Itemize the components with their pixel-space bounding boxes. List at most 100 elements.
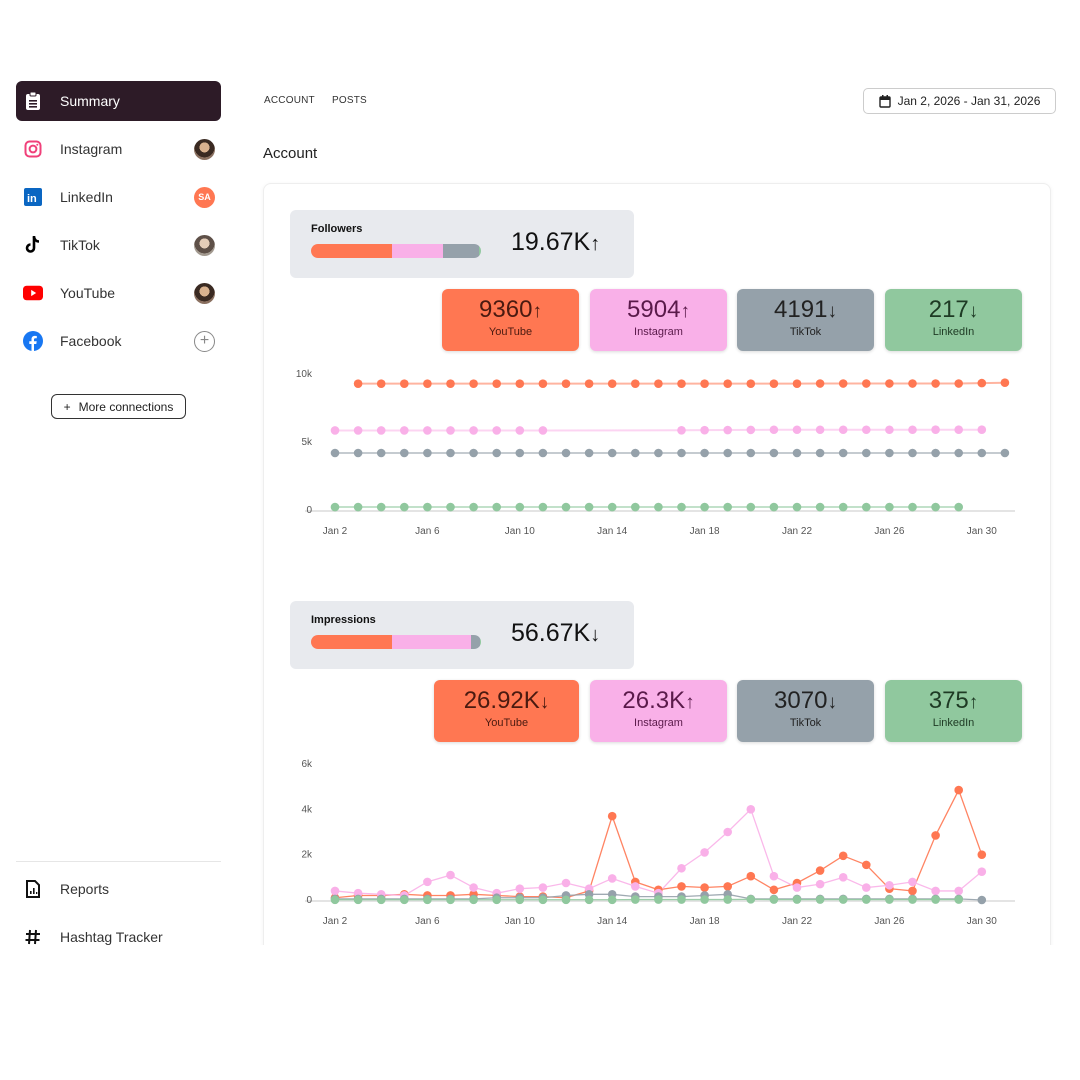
followers-total: 19.67K↑ — [511, 228, 601, 256]
x-tick-label: Jan 22 — [782, 916, 812, 927]
sidebar-item-tiktok[interactable]: TikTok — [16, 225, 221, 265]
trend-down-icon: ↓ — [827, 692, 837, 713]
data-point-linkedin — [607, 502, 617, 512]
data-point-youtube — [792, 379, 802, 388]
section-title: Account — [263, 145, 318, 162]
data-point-tiktok — [862, 448, 871, 458]
x-tick-label: Jan 6 — [415, 916, 440, 927]
tab-posts[interactable]: POSTS — [332, 95, 367, 106]
data-point-tiktok — [885, 448, 894, 458]
y-tick-label: 6k — [301, 759, 313, 770]
data-point-youtube — [885, 379, 894, 388]
trend-down-icon: ↓ — [968, 301, 979, 322]
data-point-instagram — [631, 882, 640, 891]
data-point-youtube — [1000, 378, 1010, 388]
trend-up-icon: ↑ — [685, 692, 695, 713]
impressions-total: 56.67K↓ — [511, 619, 601, 647]
data-point-instagram — [607, 874, 617, 883]
data-point-tiktok — [677, 448, 686, 458]
data-point-linkedin — [954, 895, 963, 904]
sidebar-item-summary[interactable]: Summary — [16, 81, 221, 121]
hashtag-icon — [23, 927, 43, 945]
followers-card-tiktok[interactable]: 4191↓ TikTok — [737, 289, 874, 351]
data-point-youtube — [977, 850, 987, 859]
data-point-linkedin — [400, 502, 409, 512]
facebook-icon — [23, 331, 43, 351]
data-point-youtube — [838, 851, 848, 861]
trend-down-icon: ↓ — [539, 692, 550, 713]
data-point-instagram — [862, 425, 871, 435]
sidebar-item-linkedin[interactable]: in LinkedIn SA — [16, 177, 221, 217]
data-point-linkedin — [330, 895, 340, 905]
followers-card-linkedin[interactable]: 217↓ LinkedIn — [885, 289, 1022, 351]
followers-card-youtube[interactable]: 9360↑ YouTube — [442, 289, 579, 351]
impressions-card-instagram[interactable]: 26.3K↑ Instagram — [590, 680, 727, 742]
avatar — [194, 282, 215, 304]
add-connection-icon[interactable]: + — [194, 330, 215, 352]
data-point-youtube — [723, 379, 732, 388]
data-point-linkedin — [469, 895, 478, 905]
data-point-youtube — [908, 379, 917, 388]
data-point-linkedin — [607, 895, 617, 905]
share-segment-youtube — [311, 244, 392, 258]
x-tick-label: Jan 18 — [690, 916, 720, 927]
data-point-instagram — [815, 425, 825, 435]
impressions-card-linkedin[interactable]: 375↑ LinkedIn — [885, 680, 1022, 742]
followers-card-instagram[interactable]: 5904↑ Instagram — [590, 289, 727, 351]
data-point-linkedin — [492, 895, 501, 905]
more-connections-button[interactable]: + More connections — [51, 394, 186, 419]
series-line-instagram — [335, 428, 982, 432]
data-point-tiktok — [607, 448, 617, 458]
data-point-youtube — [700, 379, 709, 388]
data-point-youtube — [862, 860, 871, 870]
data-point-tiktok — [515, 448, 525, 458]
data-point-youtube — [677, 379, 686, 388]
sidebar-item-hashtag-tracker[interactable]: Hashtag Tracker — [16, 917, 221, 945]
data-point-linkedin — [862, 502, 871, 512]
sidebar-item-youtube[interactable]: YouTube — [16, 273, 221, 313]
linkedin-icon: in — [23, 187, 43, 207]
data-point-instagram — [423, 426, 432, 435]
data-point-instagram — [353, 426, 363, 435]
sidebar-item-facebook[interactable]: Facebook + — [16, 321, 221, 361]
data-point-youtube — [400, 379, 409, 388]
sidebar-item-instagram[interactable]: Instagram — [16, 129, 221, 169]
impressions-card-youtube[interactable]: 26.92K↓ YouTube — [434, 680, 579, 742]
data-point-youtube — [353, 379, 363, 388]
avatar: SA — [194, 186, 215, 208]
data-point-instagram — [400, 426, 409, 435]
avatar — [194, 234, 215, 256]
data-point-instagram — [931, 425, 940, 435]
data-point-tiktok — [492, 448, 501, 458]
data-point-linkedin — [838, 502, 848, 512]
data-point-instagram — [815, 879, 825, 889]
calendar-icon — [878, 94, 891, 108]
data-point-linkedin — [561, 502, 571, 512]
date-range-picker[interactable]: Jan 2, 2026 - Jan 31, 2026 — [863, 88, 1056, 114]
data-point-instagram — [330, 886, 340, 896]
data-point-linkedin — [815, 895, 825, 904]
data-point-youtube — [446, 379, 455, 388]
data-point-linkedin — [515, 502, 525, 512]
data-point-youtube — [815, 379, 825, 388]
x-tick-label: Jan 10 — [505, 916, 535, 927]
data-point-linkedin — [700, 895, 709, 904]
data-point-linkedin — [723, 895, 732, 904]
impressions-card-tiktok[interactable]: 3070↓ TikTok — [737, 680, 874, 742]
data-point-youtube — [677, 882, 686, 891]
data-point-tiktok — [330, 448, 340, 458]
data-point-tiktok — [584, 448, 594, 458]
share-segment-instagram — [391, 244, 443, 258]
data-point-instagram — [723, 425, 732, 435]
data-point-youtube — [815, 866, 825, 875]
trend-up-icon: ↑ — [532, 301, 542, 322]
tab-account[interactable]: ACCOUNT — [264, 95, 315, 106]
x-tick-label: Jan 2 — [323, 526, 348, 537]
sidebar-item-reports[interactable]: Reports — [16, 869, 221, 909]
data-point-instagram — [838, 425, 848, 435]
data-point-linkedin — [492, 502, 501, 512]
data-point-linkedin — [885, 895, 894, 904]
data-point-linkedin — [353, 895, 363, 905]
data-point-youtube — [469, 379, 478, 388]
data-point-youtube — [607, 811, 617, 821]
